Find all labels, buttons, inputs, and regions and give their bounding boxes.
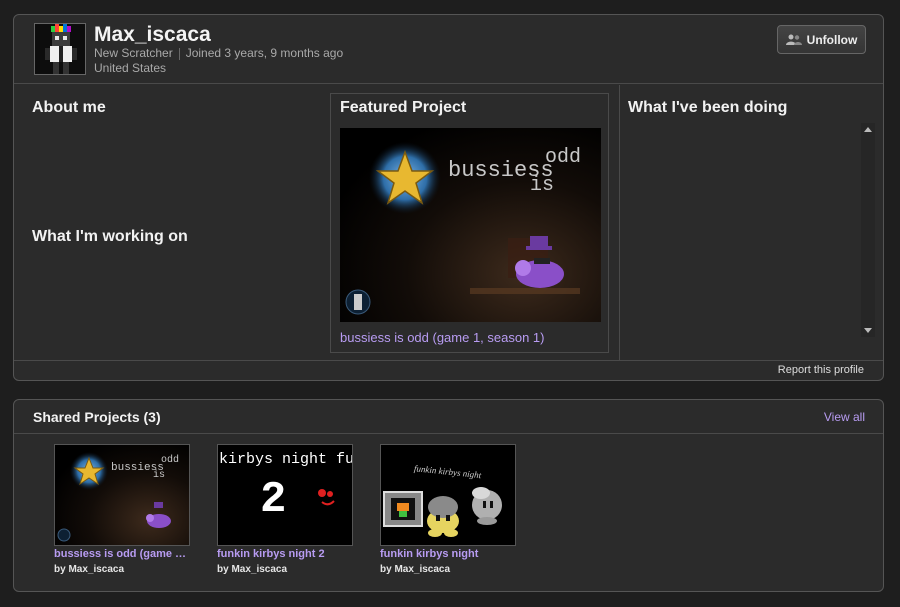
project-thumbnail[interactable]: funkin kirbys night xyxy=(380,444,516,546)
project-owner: by Max_iscaca xyxy=(54,564,124,575)
thumb-text-is: is xyxy=(153,469,165,481)
thumb-text-kirbys: kirbys night funkin xyxy=(219,451,353,468)
what-ive-been-doing-heading: What I've been doing xyxy=(628,99,788,116)
project-owner: by Max_iscaca xyxy=(380,564,450,575)
profile-footer: Report this profile xyxy=(14,360,883,380)
shared-projects-panel: Shared Projects (3) View all bussiess is… xyxy=(13,399,884,592)
meta-divider xyxy=(178,47,180,60)
profile-header: Max_iscaca New Scratcher Joined 3 years, … xyxy=(14,15,883,84)
scroll-up-arrow-icon[interactable] xyxy=(864,127,872,132)
profile-panel: Max_iscaca New Scratcher Joined 3 years, … xyxy=(13,14,884,381)
owner-link[interactable]: Max_iscaca xyxy=(68,564,124,575)
username: Max_iscaca xyxy=(94,23,211,46)
thumb-text-odd: odd xyxy=(161,454,179,466)
by-label: by xyxy=(217,564,229,575)
project-title-link[interactable]: funkin kirbys night xyxy=(380,548,516,560)
thumb-text-odd: odd xyxy=(545,146,581,169)
project-thumbnail[interactable]: bussiess is odd xyxy=(54,444,190,546)
project-thumbnail[interactable]: kirbys night funkin 2 xyxy=(217,444,353,546)
by-label: by xyxy=(380,564,392,575)
activity-column: What I've been doing xyxy=(619,85,884,361)
featured-project-heading: Featured Project xyxy=(340,99,467,116)
project-card[interactable]: kirbys night funkin 2 funkin kirbys nigh… xyxy=(217,444,353,579)
rank-label: New Scratcher xyxy=(94,46,173,60)
working-on-heading: What I'm working on xyxy=(32,228,188,245)
by-label: by xyxy=(54,564,66,575)
thumb-big-number: 2 xyxy=(260,475,286,525)
avatar[interactable] xyxy=(34,23,86,75)
project-card[interactable]: funkin kirbys night funkin kirbys night … xyxy=(380,444,516,579)
pixel-character-icon xyxy=(35,24,85,74)
owner-link[interactable]: Max_iscaca xyxy=(231,564,287,575)
project-title-link[interactable]: funkin kirbys night 2 xyxy=(217,548,353,560)
featured-project-thumbnail[interactable]: bussiess is odd xyxy=(340,128,601,322)
activity-scrollbar[interactable] xyxy=(861,123,875,337)
thumb-text-funkin: funkin kirbys night xyxy=(414,463,483,480)
shared-projects-header: Shared Projects (3) View all xyxy=(14,400,883,434)
about-me-heading: About me xyxy=(32,99,106,116)
bussiess-game-art: bussiess is odd xyxy=(57,452,179,542)
featured-project-panel: Featured Project bussiess is odd bussies… xyxy=(330,93,609,353)
featured-project-link[interactable]: bussiess is odd (game 1, season 1) xyxy=(340,330,545,345)
project-title-link[interactable]: bussiess is odd (game 1, season 1) xyxy=(54,548,190,560)
profile-meta: New Scratcher Joined 3 years, 9 months ag… xyxy=(94,46,343,60)
about-column: About me What I'm working on xyxy=(14,85,327,361)
unfollow-label: Unfollow xyxy=(806,32,858,47)
kirbys-night-funkin-art: kirbys night funkin 2 xyxy=(219,451,353,525)
shared-projects-title: Shared Projects (3) xyxy=(33,409,161,425)
bussiess-game-art: bussiess is odd xyxy=(345,142,581,315)
project-card[interactable]: bussiess is odd bussiess is odd (game 1,… xyxy=(54,444,190,579)
view-all-link[interactable]: View all xyxy=(824,410,865,424)
joined-label: Joined 3 years, 9 months ago xyxy=(185,46,344,60)
users-icon xyxy=(785,34,802,45)
report-profile-link[interactable]: Report this profile xyxy=(778,364,864,376)
unfollow-button[interactable]: Unfollow xyxy=(777,25,866,54)
funkin-kirbys-night-art: funkin kirbys night xyxy=(383,463,502,537)
project-owner: by Max_iscaca xyxy=(217,564,287,575)
thumb-text-is: is xyxy=(530,174,554,197)
scroll-down-arrow-icon[interactable] xyxy=(864,328,872,333)
location-label: United States xyxy=(94,61,167,75)
owner-link[interactable]: Max_iscaca xyxy=(394,564,450,575)
